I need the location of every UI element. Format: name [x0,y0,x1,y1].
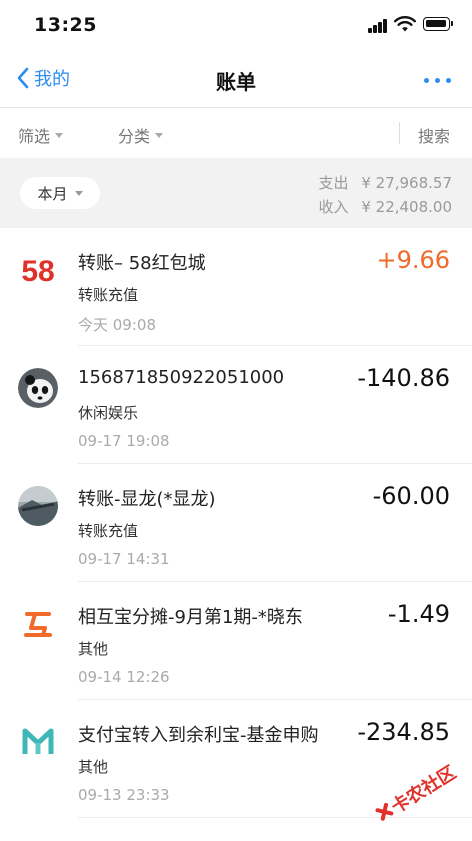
divider [399,122,400,144]
wifi-icon [394,16,416,32]
month-selector[interactable]: 本月 [20,177,100,209]
transaction-row[interactable]: 转账-显龙(*显龙) 转账充值 09-17 14:31 -60.00 [0,464,472,582]
watermark-logo: 卡农社区 [375,762,460,821]
yulibao-logo-icon [22,728,54,754]
transaction-row[interactable]: 156871850922051000 休闲娱乐 09-17 19:08 -140… [0,346,472,464]
category-label: 分类 [118,127,151,146]
transaction-category: 转账充值 [78,522,139,540]
income-summary: 收入 ¥ 22,408.00 [319,196,452,217]
filter-bar: 筛选 分类 搜索 [0,108,472,158]
transaction-category: 其他 [78,640,109,658]
transaction-time: 09-17 19:08 [78,432,170,450]
transaction-title: 转账– 58红包城 [78,253,206,274]
transaction-time: 09-13 23:33 [78,786,170,804]
month-label: 本月 [37,184,68,203]
transaction-category: 休闲娱乐 [78,404,139,422]
page-title: 账单 [216,70,256,94]
cellular-signal-icon [368,19,388,33]
income-value: ¥ 22,408.00 [361,198,452,216]
transaction-time: 09-14 12:26 [78,668,170,686]
huhubao-logo-icon [24,612,52,637]
transaction-title: 相互宝分摊-9月第1期-*晓东 [78,607,303,628]
transaction-row[interactable]: 相互宝分摊-9月第1期-*晓东 其他 09-14 12:26 -1.49 [0,582,472,700]
transaction-row[interactable]: 58 转账– 58红包城 转账充值 今天 09:08 +9.66 [0,228,472,346]
transaction-amount: -1.49 [387,600,450,628]
search-button[interactable]: 搜索 [418,123,450,147]
panda-avatar-icon [18,368,58,408]
status-bar: 13:25 [0,0,472,52]
transaction-time: 今天 09:08 [78,316,156,334]
transaction-amount: -234.85 [357,718,450,746]
caret-down-icon [74,190,83,196]
nav-bar: 我的 账单 [0,52,472,108]
category-dropdown[interactable]: 分类 [118,123,164,147]
transaction-amount: -140.86 [357,364,450,392]
monthly-summary: 本月 支出 ¥ 27,968.57 收入 ¥ 22,408.00 [0,158,472,228]
landscape-avatar-icon [18,486,58,526]
more-options-icon[interactable] [424,76,452,84]
transaction-title: 支付宝转入到余利宝-基金申购 [78,725,319,746]
battery-icon [423,17,453,31]
caret-down-icon [55,132,64,138]
caret-down-icon [155,132,164,138]
watermark-text: 卡农社区 [387,762,460,818]
expense-value: ¥ 27,968.57 [361,174,452,192]
transaction-title: 转账-显龙(*显龙) [78,489,216,510]
transaction-category: 其他 [78,758,109,776]
income-label: 收入 [318,198,349,216]
expense-label: 支出 [318,174,349,192]
transaction-time: 09-17 14:31 [78,550,170,568]
svg-text:58: 58 [21,255,54,288]
status-time: 13:25 [34,14,97,36]
filter-label: 筛选 [18,127,51,146]
58-logo-icon: 58 [21,255,54,288]
expense-summary: 支出 ¥ 27,968.57 [319,172,452,193]
transaction-amount: +9.66 [376,246,450,274]
transaction-amount: -60.00 [372,482,450,510]
transaction-category: 转账充值 [78,286,139,304]
filter-dropdown[interactable]: 筛选 [18,123,64,147]
transaction-title: 156871850922051000 [78,367,285,388]
